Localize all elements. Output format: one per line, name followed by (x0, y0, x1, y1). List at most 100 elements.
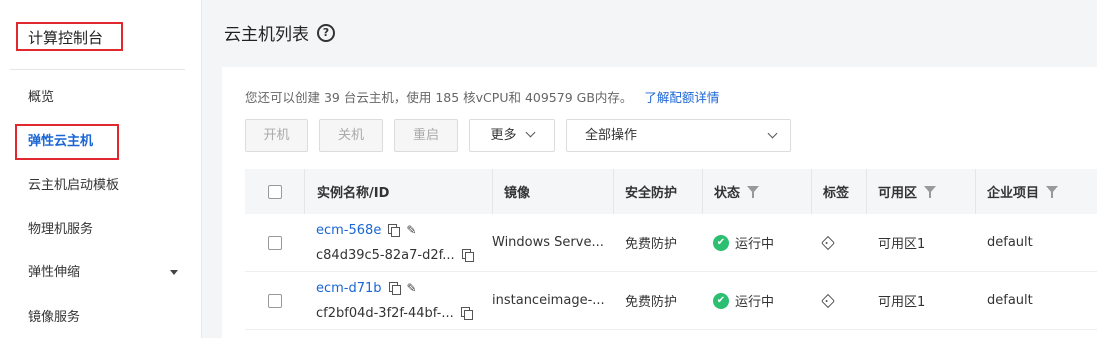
instance-id: c84d39c5-82a7-d2f... (316, 247, 455, 263)
tag-icon[interactable] (820, 293, 836, 308)
instance-list-card: 您还可以创建 39 台云主机，使用 185 核vCPU和 409579 GB内存… (222, 67, 1097, 338)
instance-name-link[interactable]: ecm-d71b (316, 281, 382, 296)
col-header-project-label: 企业项目 (987, 186, 1040, 201)
check-circle-icon: ✔ (713, 234, 729, 251)
col-header-zone-label: 可用区 (878, 186, 918, 201)
caret-down-icon (170, 270, 178, 275)
project-text: default (987, 235, 1033, 250)
col-header-tags: 标签 (811, 169, 867, 214)
instance-id-line: c84d39c5-82a7-d2f... (316, 247, 474, 263)
sidebar-item-ecs[interactable]: 弹性云主机 (0, 122, 202, 162)
table-row: ecm-568e ✎ c84d39c5-82a7-d2f... Windows … (245, 214, 1097, 272)
col-header-zone: 可用区 (866, 169, 976, 214)
copy-icon[interactable] (388, 282, 401, 295)
instance-name-link[interactable]: ecm-568e (316, 223, 381, 238)
sidebar-item-label: 弹性伸缩 (28, 265, 81, 280)
image-cell: Windows Serve... (492, 214, 604, 271)
security-status: 免费防护 (625, 237, 678, 252)
col-header-status: 状态 (702, 169, 811, 214)
image-name: Windows Serve... (492, 235, 604, 250)
project-text: default (987, 293, 1033, 308)
project-cell: default (987, 272, 1033, 329)
tag-cell (820, 272, 836, 329)
sidebar-divider (10, 69, 185, 70)
copy-icon[interactable] (460, 307, 473, 320)
row-select-cell (268, 214, 282, 271)
sidebar-item-bare-metal[interactable]: 物理机服务 (0, 210, 202, 250)
zone-text: 可用区1 (878, 237, 926, 252)
table-header: 实例名称/ID 镜像 安全防护 状态 标签 可用区 企业项目 (245, 169, 1097, 214)
sidebar-item-label: 概览 (28, 90, 55, 105)
copy-icon[interactable] (388, 224, 401, 237)
restart-button[interactable]: 重启 (394, 119, 458, 152)
help-icon[interactable]: ? (317, 23, 335, 42)
quota-text: 您还可以创建 39 台云主机，使用 185 核vCPU和 409579 GB内存… (245, 90, 633, 105)
col-header-security-label: 安全防护 (625, 186, 678, 201)
stop-button[interactable]: 关机 (319, 119, 383, 152)
tag-cell (820, 214, 836, 271)
col-header-image-label: 镜像 (504, 186, 531, 201)
instance-name-line: ecm-d71b ✎ (316, 281, 472, 296)
quota-info: 您还可以创建 39 台云主机，使用 185 核vCPU和 409579 GB内存… (245, 87, 719, 106)
image-cell: instanceimage-... (492, 272, 605, 329)
tag-icon[interactable] (820, 235, 836, 250)
more-button[interactable]: 更多 (469, 119, 555, 152)
filter-icon[interactable] (1046, 185, 1059, 198)
select-all-cell (268, 169, 282, 214)
sidebar-item-label: 物理机服务 (28, 222, 94, 237)
col-header-tags-label: 标签 (823, 186, 850, 201)
instance-name-block: ecm-568e ✎ c84d39c5-82a7-d2f... (316, 223, 474, 263)
edit-icon[interactable]: ✎ (406, 223, 416, 237)
start-button[interactable]: 开机 (245, 119, 308, 152)
sidebar-item-label: 弹性云主机 (28, 134, 94, 149)
project-cell: default (987, 214, 1033, 271)
filter-icon[interactable] (924, 185, 937, 198)
copy-icon[interactable] (461, 249, 474, 262)
security-cell: 免费防护 (625, 272, 677, 329)
instance-name-block: ecm-d71b ✎ cf2bf04d-3f2f-44bf-... (316, 281, 473, 321)
sidebar-item-label: 云主机启动模板 (28, 178, 120, 193)
status-cell: ✔ 运行中 (713, 272, 774, 329)
row-checkbox[interactable] (268, 293, 282, 308)
instance-id: cf2bf04d-3f2f-44bf-... (316, 305, 454, 321)
image-name: instanceimage-... (492, 293, 605, 308)
chevron-down-icon (525, 127, 535, 138)
row-select-cell (268, 272, 282, 329)
sidebar-item-image-service[interactable]: 镜像服务 (0, 298, 202, 338)
filter-icon[interactable] (747, 185, 760, 198)
col-header-name: 实例名称/ID (304, 169, 494, 214)
status-text: 运行中 (735, 237, 775, 252)
zone-cell: 可用区1 (878, 214, 925, 271)
select-all-checkbox[interactable] (268, 184, 282, 199)
zone-text: 可用区1 (878, 295, 926, 310)
zone-cell: 可用区1 (878, 272, 925, 329)
sidebar-item-autoscaling[interactable]: 弹性伸缩 (0, 253, 202, 293)
instance-table: 实例名称/ID 镜像 安全防护 状态 标签 可用区 企业项目 ecm-568e … (245, 169, 1097, 330)
more-button-label: 更多 (490, 128, 517, 143)
console-title: 计算控制台 (16, 22, 123, 51)
col-header-project: 企业项目 (975, 169, 1097, 214)
col-header-status-label: 状态 (714, 186, 741, 201)
sidebar: 计算控制台 概览 弹性云主机 云主机启动模板 物理机服务 弹性伸缩 镜像服务 (0, 0, 202, 338)
col-header-name-label: 实例名称/ID (317, 186, 390, 201)
sidebar-item-label: 镜像服务 (28, 310, 81, 325)
operations-select[interactable]: 全部操作 (566, 119, 791, 152)
sidebar-item-overview[interactable]: 概览 (0, 78, 202, 118)
quota-details-link[interactable]: 了解配额详情 (644, 90, 719, 105)
instance-name-line: ecm-568e ✎ (316, 223, 473, 238)
check-circle-icon: ✔ (713, 292, 729, 309)
instance-name-cell: ecm-568e ✎ c84d39c5-82a7-d2f... (316, 214, 474, 271)
page-title-text: 云主机列表 (224, 25, 309, 45)
sidebar-item-launch-template[interactable]: 云主机启动模板 (0, 166, 202, 206)
table-row: ecm-d71b ✎ cf2bf04d-3f2f-44bf-... instan… (245, 272, 1097, 330)
instance-name-cell: ecm-d71b ✎ cf2bf04d-3f2f-44bf-... (316, 272, 473, 329)
chevron-down-icon (767, 128, 778, 139)
row-checkbox[interactable] (268, 235, 282, 250)
edit-icon[interactable]: ✎ (407, 281, 417, 295)
operations-select-value: 全部操作 (585, 128, 638, 143)
page-title: 云主机列表 ? (224, 20, 335, 45)
security-cell: 免费防护 (625, 214, 677, 271)
security-status: 免费防护 (625, 295, 678, 310)
col-header-image: 镜像 (492, 169, 614, 214)
status-cell: ✔ 运行中 (713, 214, 774, 271)
